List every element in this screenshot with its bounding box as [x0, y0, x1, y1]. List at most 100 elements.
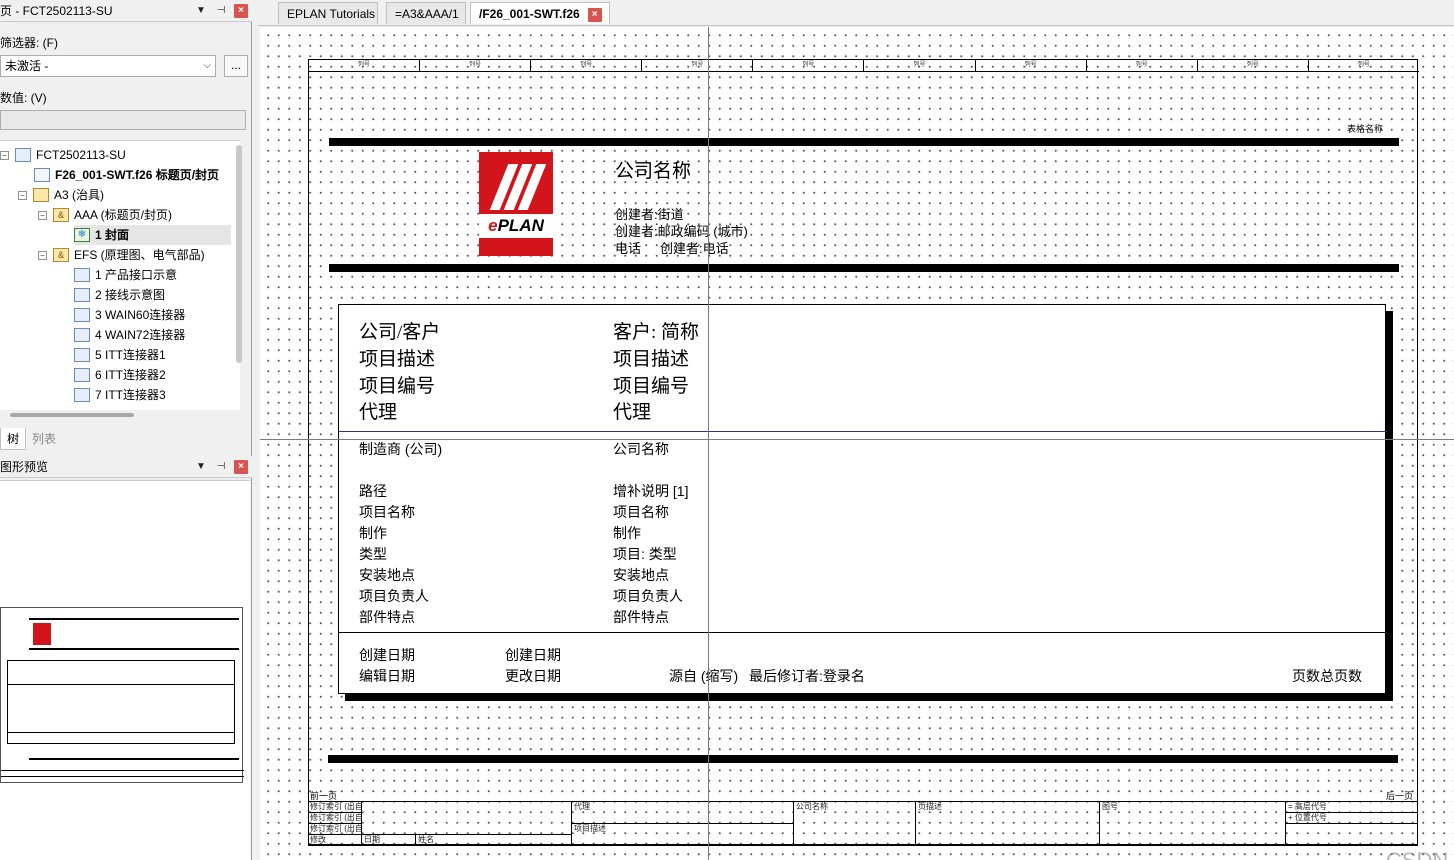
tree-item-label: 4 WAIN72连接器	[95, 328, 186, 342]
tab-tree[interactable]: 树	[0, 428, 27, 450]
dropdown-arrow-icon[interactable]: ▼	[194, 460, 208, 474]
document-tabs: EPLAN Tutorials =A3&AAA/1 /F26_001-SWT.f…	[258, 0, 1454, 26]
tree-vertical-scrollbar[interactable]	[236, 145, 242, 363]
project-no-label: 项目编号	[359, 376, 436, 397]
page-navigator-panel: 页 - FCT2502113-SU ▼ ⊣ × 筛选器: (F) 未激活 - ⌵…	[0, 0, 252, 860]
component-feature-label: 部件特点	[359, 609, 415, 625]
tree-item-page[interactable]: 7 ITT连接器3	[74, 385, 166, 405]
tab-list[interactable]: 列表	[26, 428, 62, 450]
column-cell: 列号	[309, 60, 421, 71]
value-input[interactable]	[0, 110, 246, 130]
form-name-text: 表格名称	[1347, 124, 1384, 134]
tree-horizontal-scrollbar[interactable]	[10, 413, 134, 417]
schematic-page-icon	[74, 348, 90, 362]
tree-item-a3[interactable]: − A3 (治具)	[18, 185, 104, 205]
page-panel-header: 页 - FCT2502113-SU ▼ ⊣ ×	[0, 0, 252, 22]
close-icon[interactable]: ×	[234, 4, 248, 18]
project-name-label: 项目名称	[359, 504, 415, 520]
manufacturer-label: 制造商 (公司)	[359, 441, 443, 457]
tree-item-project[interactable]: − FCT2502113-SU	[0, 145, 126, 165]
tree-item-page[interactable]: 3 WAIN60连接器	[74, 305, 185, 325]
last-editor-value: 最后修订者:登录名	[749, 668, 865, 684]
tree-item-form[interactable]: F26_001-SWT.f26 标题页/封页	[34, 165, 219, 185]
project-name-value: 项目名称	[613, 504, 669, 520]
schematic-page-icon	[74, 328, 90, 342]
page-icon	[34, 168, 50, 182]
column-cell: 列号	[864, 60, 976, 71]
make-label: 制作	[359, 525, 387, 541]
project-info-box: 公司/客户 项目描述 项目编号 代理 客户: 简称 项目描述 项目编号 代理 制…	[338, 304, 1387, 694]
title-page-icon: ❄	[74, 228, 90, 242]
tree-item-page[interactable]: 4 WAIN72连接器	[74, 325, 185, 345]
rev-index-cell: 修订索引 (出自标	[308, 802, 362, 813]
location-icon: &	[53, 208, 69, 222]
drawing-canvas[interactable]: 列号 列号 列号 列号 列号 列号 列号 列号 列号 列号 表格名称 ePLAN…	[260, 27, 1454, 860]
tree-item-label: F26_001-SWT.f26 标题页/封页	[55, 168, 220, 182]
filter-select[interactable]: 未激活 - ⌵	[0, 55, 216, 77]
tree-item-cover-page[interactable]: ❄ 1 封面	[74, 225, 231, 245]
collapse-icon[interactable]: −	[38, 250, 47, 260]
schematic-page-icon	[74, 368, 90, 382]
column-cell: 列号	[1087, 60, 1198, 71]
tree-item-page[interactable]: 5 ITT连接器1	[74, 345, 166, 365]
tree-item-aaa[interactable]: − & AAA (标题页/封页)	[38, 205, 172, 225]
customer-label: 公司/客户	[359, 322, 441, 343]
close-icon[interactable]: ×	[234, 460, 248, 474]
document-area: EPLAN Tutorials =A3&AAA/1 /F26_001-SWT.f…	[258, 0, 1454, 860]
dropdown-arrow-icon[interactable]: ▼	[194, 4, 208, 18]
close-icon[interactable]: ×	[587, 7, 602, 22]
edit-date-label: 编辑日期	[359, 668, 415, 684]
navigator-tabs: 树 列表	[0, 428, 62, 450]
supplement-value: 增补说明 [1]	[613, 483, 689, 499]
page-thumbnail[interactable]	[0, 607, 244, 783]
filter-more-button[interactable]: ...	[224, 55, 248, 77]
tree-item-label: 2 接线示意图	[95, 288, 166, 302]
project-manager-label: 项目负责人	[359, 588, 429, 604]
date-header: 日期	[362, 835, 416, 846]
phone-label: 电话	[615, 241, 642, 256]
eplan-logo: ePLAN	[479, 152, 553, 256]
crosshair-horizontal	[260, 439, 1454, 440]
name-header: 姓名	[416, 835, 572, 846]
logo-mark	[487, 160, 547, 212]
agent-label: 代理	[359, 402, 398, 423]
tree-item-efs[interactable]: − & EFS (原理图、电气部品)	[38, 245, 205, 265]
section-divider	[339, 632, 1387, 633]
column-cell: 列号	[531, 60, 643, 71]
project-manager-value: 项目负责人	[613, 588, 683, 604]
change-date-value: 更改日期	[505, 668, 561, 684]
tree-item-label: EFS (原理图、电气部品)	[74, 248, 205, 262]
tab-f26-form[interactable]: /F26_001-SWT.f26 ×	[470, 2, 610, 24]
collapse-icon[interactable]: −	[18, 190, 27, 200]
page-tree: − FCT2502113-SU F26_001-SWT.f26 标题页/封页 −…	[0, 140, 240, 410]
pin-icon[interactable]: ⊣	[214, 4, 228, 18]
tree-item-label: 1 封面	[95, 228, 130, 242]
preview-panel-title: 图形预览	[0, 460, 49, 474]
creator-phone-text: 创建者:电话	[660, 241, 729, 256]
collapse-icon[interactable]: −	[0, 150, 9, 160]
location-icon: &	[53, 248, 69, 262]
company-name-title: 公司名称	[615, 161, 692, 182]
page-panel-title: 页 - FCT2502113-SU	[0, 4, 113, 18]
tab-a3-aaa-1[interactable]: =A3&AAA/1	[386, 2, 466, 24]
tree-item-page[interactable]: 6 ITT连接器2	[74, 365, 166, 385]
tree-item-label: 1 产品接口示意	[95, 268, 178, 282]
tree-item-page[interactable]: 2 接线示意图	[74, 285, 165, 305]
tree-item-label: A3 (治具)	[54, 188, 105, 202]
collapse-icon[interactable]: −	[38, 210, 47, 220]
project-desc-value: 项目描述	[613, 349, 690, 370]
column-header-row: 列号 列号 列号 列号 列号 列号 列号 列号 列号 列号	[309, 60, 1419, 72]
tree-item-label: FCT2502113-SU	[36, 148, 126, 162]
tab-eplan-tutorials[interactable]: EPLAN Tutorials	[278, 2, 378, 24]
preview-panel-header: 图形预览 ▼ ⊣ ×	[0, 456, 252, 478]
manufacturer-value: 公司名称	[613, 441, 669, 457]
install-location-label: 安装地点	[359, 567, 415, 583]
path-label: 路径	[359, 483, 387, 499]
column-cell: 列号	[1198, 60, 1309, 71]
logo-wordmark: ePLAN	[479, 214, 553, 238]
source-value: 源自 (缩写)	[669, 668, 739, 684]
pin-icon[interactable]: ⊣	[214, 460, 228, 474]
tree-item-page[interactable]: 1 产品接口示意	[74, 265, 177, 285]
tab-f26-label: /F26_001-SWT.f26	[479, 7, 580, 21]
filter-label: 筛选器: (F)	[0, 36, 58, 50]
